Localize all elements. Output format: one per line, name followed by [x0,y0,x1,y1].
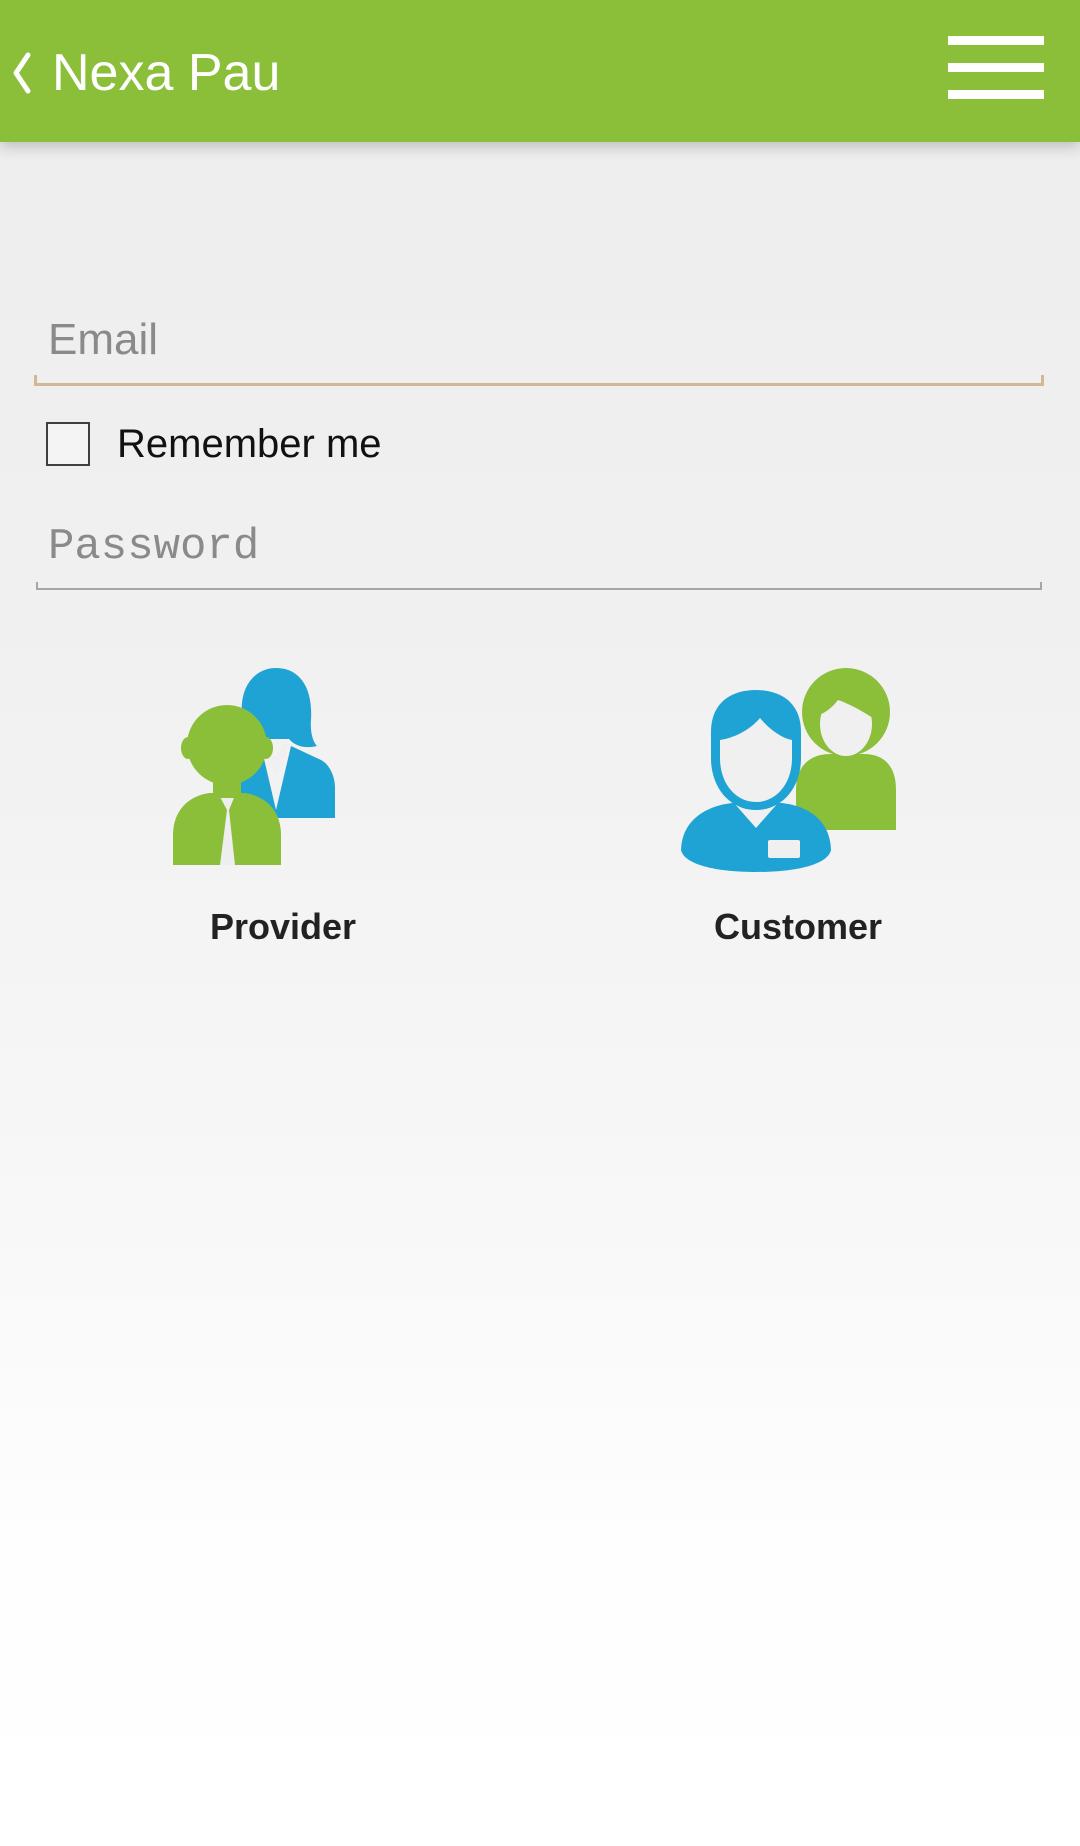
password-input[interactable] [34,508,1044,586]
provider-label: Provider [209,906,357,947]
chevron-left-icon [13,52,31,94]
app-bar: Nexa Pau [0,0,1080,142]
email-field-container [34,300,1044,386]
customer-button[interactable]: Customer [668,660,928,948]
menu-button[interactable] [948,34,1044,100]
hamburger-menu-icon [948,36,1044,45]
remember-me-checkbox[interactable] [46,422,90,466]
remember-me-label: Remember me [117,421,382,466]
back-button[interactable]: Nexa Pau [8,38,280,108]
email-input[interactable] [34,300,1044,380]
remember-me-checkbox-row[interactable]: Remember me [46,418,382,470]
app-title: Nexa Pau [52,44,281,102]
customer-people-icon [681,668,896,872]
hamburger-menu-icon-bar [948,63,1044,72]
hamburger-menu-icon-bar [948,90,1044,99]
provider-button[interactable]: Provider [153,660,413,948]
email-underline [34,375,1044,386]
provider-people-icon [173,668,335,865]
password-field-container [34,508,1044,590]
password-underline [36,582,1042,590]
customer-label: Customer [713,906,883,947]
